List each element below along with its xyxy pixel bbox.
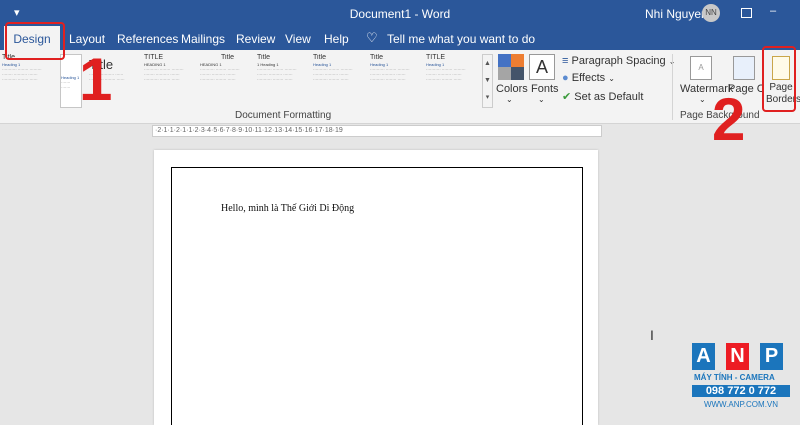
paragraph-spacing-label: Paragraph Spacing: [571, 55, 666, 67]
styles-gallery-scroll[interactable]: ▲ ▼ ▾: [482, 54, 493, 108]
lightbulb-icon: ♡: [366, 30, 378, 45]
anp-logo: A N P MÁY TÍNH - CAMERA 098 772 0 772 WW…: [688, 343, 795, 423]
style-title: Title: [221, 54, 234, 61]
chevron-down-icon: ⌄: [608, 74, 615, 83]
title-bar: ▾ Document1 - Word Nhi Nguyen NN –: [0, 0, 800, 26]
chevron-down-icon: ⌄: [699, 95, 706, 104]
watermark-icon: A: [690, 56, 712, 80]
style-title: TITLE: [426, 54, 446, 61]
text-cursor-icon: I: [650, 327, 654, 343]
style-title: Title: [370, 54, 383, 61]
paragraph-spacing-button[interactable]: ≡ Paragraph Spacing ⌄: [562, 55, 675, 67]
document-text[interactable]: Hello, mình là Thế Giới Di Động: [221, 203, 354, 214]
ribbon-tabs: Design Layout References Mailings Review…: [0, 26, 800, 50]
style-thumbnail[interactable]: Title HEADING 1 ··········· ········ ···…: [200, 54, 255, 108]
minimize-button[interactable]: –: [770, 5, 776, 17]
style-thumbnail[interactable]: Title Heading 1 ··········· ········ ···…: [313, 54, 368, 108]
checkmark-icon: ✔: [562, 91, 572, 103]
style-title: Title: [257, 54, 270, 61]
logo-letter: A: [692, 343, 715, 370]
style-thumbnail[interactable]: TITLE HEADING 1 ··········· ········ ···…: [144, 54, 199, 108]
style-thumbnail[interactable]: TITLE Heading 1 ··········· ········ ···…: [426, 54, 481, 108]
logo-tagline: MÁY TÍNH - CAMERA: [694, 373, 775, 382]
effects-label: Effects: [571, 72, 606, 84]
tab-mailings[interactable]: Mailings: [181, 32, 225, 46]
fonts-button[interactable]: Fonts: [531, 83, 559, 95]
chevron-down-icon: ⌄: [506, 95, 513, 104]
logo-letter: N: [726, 343, 749, 370]
tab-view[interactable]: View: [285, 32, 311, 46]
colors-button[interactable]: Colors: [496, 83, 528, 95]
group-label-document-formatting: Document Formatting: [235, 110, 332, 121]
style-thumbnail[interactable]: Title 1 Heading 1 ··········· ········ ·…: [257, 54, 312, 108]
ribbon-design: Title Heading 1 ··········· ········ ···…: [0, 50, 800, 124]
word-window: ▾ Document1 - Word Nhi Nguyen NN – Desig…: [0, 0, 800, 425]
tab-review[interactable]: Review: [236, 32, 275, 46]
avatar[interactable]: NN: [702, 4, 720, 22]
step-2-marker: 2: [712, 86, 746, 153]
colors-swatch-icon: [498, 54, 524, 80]
style-title: TITLE: [144, 54, 164, 61]
tell-me-search[interactable]: Tell me what you want to do: [387, 32, 535, 46]
effects-icon: ●: [562, 72, 569, 84]
document-page[interactable]: Hello, mình là Thế Giới Di Động: [154, 150, 598, 425]
highlight-page-borders: [762, 46, 796, 112]
logo-website: WWW.ANP.COM.VN: [703, 400, 779, 409]
group-divider: [672, 54, 673, 120]
chevron-down-icon: ⌄: [538, 95, 545, 104]
page-color-icon: [733, 56, 755, 80]
tab-layout[interactable]: Layout: [69, 32, 105, 46]
user-name[interactable]: Nhi Nguyen: [645, 7, 708, 21]
tab-help[interactable]: Help: [324, 32, 349, 46]
style-thumbnail[interactable]: Title Heading 1 ··········· ········ ···…: [2, 54, 57, 108]
step-1-marker: 1: [79, 46, 113, 113]
style-title: Title: [313, 54, 326, 61]
set-as-default-label: Set as Default: [574, 91, 644, 103]
paragraph-spacing-icon: ≡: [562, 55, 569, 67]
set-as-default-button[interactable]: ✔ Set as Default: [562, 90, 643, 103]
logo-phone: 098 772 0 772: [692, 385, 790, 397]
style-thumbnail[interactable]: Title Heading 1 ··········· ········ ···…: [370, 54, 425, 108]
ribbon-display-icon[interactable]: [741, 8, 752, 18]
highlight-design-tab: [5, 22, 65, 60]
logo-letter: P: [760, 343, 783, 370]
horizontal-ruler[interactable]: ·2·1·1·2·1·1·2·3·4·5·6·7·8·9·10·11·12·13…: [152, 125, 602, 137]
fonts-icon: A: [529, 54, 555, 80]
effects-button[interactable]: ● Effects ⌄: [562, 72, 615, 84]
tab-references[interactable]: References: [117, 32, 178, 46]
